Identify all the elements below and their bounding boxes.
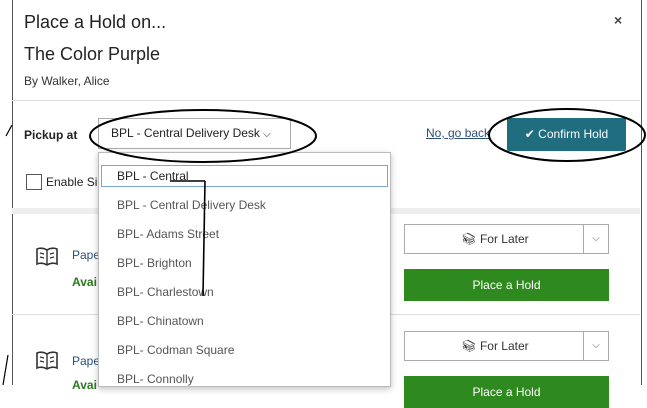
place-hold-button[interactable]: Place a Hold	[404, 376, 609, 408]
dropdown-option[interactable]: BPL - Central Delivery Desk	[99, 191, 390, 220]
book-title: The Color Purple	[24, 44, 161, 64]
format-link[interactable]: Pape	[72, 354, 100, 368]
availability-status: Avai	[72, 275, 97, 289]
dropdown-option[interactable]: BPL- Codman Square	[99, 336, 390, 365]
chevron-down-icon[interactable]: ⌵	[583, 225, 608, 253]
for-later-button[interactable]: 📚︎ For Later ⌵	[404, 331, 609, 361]
availability-status: Avai	[72, 378, 97, 392]
enable-checkbox[interactable]	[26, 174, 42, 190]
dropdown-option[interactable]: BPL- Adams Street	[99, 220, 390, 249]
chevron-down-icon: ⌵	[262, 129, 271, 140]
place-hold-button[interactable]: Place a Hold	[404, 269, 609, 301]
book-icon	[36, 350, 58, 375]
shelf-icon: 📚︎	[461, 232, 480, 246]
dropdown-option[interactable]: BPL- Brighton	[99, 249, 390, 278]
annotation-mark-left-bottom	[2, 354, 9, 385]
for-later-label: For Later	[479, 339, 529, 353]
confirm-hold-button[interactable]: ✔ Confirm Hold	[507, 118, 626, 151]
shelf-icon: 📚︎	[461, 339, 480, 353]
enable-label: Enable Si	[46, 175, 98, 189]
dropdown-option[interactable]: BPL- Charlestown	[99, 278, 390, 307]
dropdown-option[interactable]: BPL- Chinatown	[99, 307, 390, 336]
dropdown-option[interactable]: BPL - Central	[99, 162, 390, 191]
pickup-location-dropdown[interactable]: BPL - Central BPL - Central Delivery Des…	[98, 152, 391, 387]
pickup-label: Pickup at	[24, 128, 78, 142]
chevron-down-icon[interactable]: ⌵	[583, 332, 608, 360]
for-later-button[interactable]: 📚︎ For Later ⌵	[404, 224, 609, 254]
dialog-heading: Place a Hold on...	[24, 12, 167, 32]
for-later-label: For Later	[479, 232, 529, 246]
dropdown-option[interactable]: BPL- Connolly	[99, 365, 390, 386]
divider	[12, 100, 640, 101]
close-icon[interactable]: ×	[614, 12, 622, 28]
pickup-selected-value: BPL - Central Delivery Desk	[111, 126, 260, 140]
book-author: By Walker, Alice	[24, 74, 110, 88]
no-go-back-link[interactable]: No, go back	[426, 126, 490, 140]
format-link[interactable]: Pape	[72, 248, 100, 262]
pickup-location-select[interactable]: BPL - Central Delivery Desk ⌵	[98, 118, 291, 149]
book-icon	[36, 246, 58, 271]
